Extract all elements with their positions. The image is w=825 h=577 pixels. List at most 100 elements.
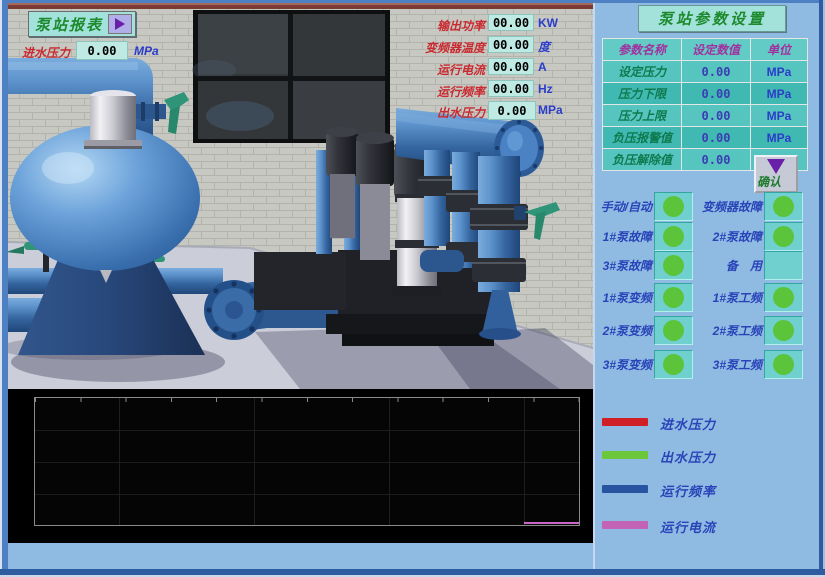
axis-ticks — [35, 398, 579, 402]
param-unit: MPa — [751, 127, 808, 149]
indicator-lamp-box — [764, 192, 803, 221]
indicator-row: 1#泵变频 1#泵工频 — [595, 283, 821, 311]
table-row: 压力下限 0.00 MPa — [603, 83, 808, 105]
inlet-pressure-value: 0.00 — [76, 41, 128, 60]
inlet-pressure-label: 进水压力 — [22, 44, 70, 61]
current-trace-line — [524, 522, 579, 524]
param-value[interactable]: 0.00 — [682, 127, 751, 149]
legend-color-bar — [602, 451, 648, 459]
indicator-label: 2#泵变频 — [596, 322, 652, 339]
indicator-lamp-box — [654, 316, 693, 345]
lamp-icon — [663, 226, 684, 247]
table-header-row: 参数名称 设定数值 单位 — [603, 39, 808, 61]
legend-item: 运行频率 — [595, 481, 821, 503]
indicator-lamp-box — [654, 251, 693, 280]
indicator-label: 1#泵工频 — [690, 289, 762, 306]
param-value[interactable]: 0.00 — [682, 61, 751, 83]
lamp-icon — [773, 287, 794, 308]
settings-panel: 泵站参数设置 参数名称 设定数值 单位 设定压力 0.00 MPa 压力下限 0… — [593, 3, 821, 569]
readout-label: 运行频率 — [409, 83, 485, 100]
param-name: 压力下限 — [603, 83, 682, 105]
window — [192, 10, 390, 143]
legend-label: 进水压力 — [660, 414, 716, 433]
param-name: 负压报警值 — [603, 127, 682, 149]
inlet-pressure-unit: MPa — [134, 44, 159, 58]
indicator-lamp-box — [654, 350, 693, 379]
param-value[interactable]: 0.00 — [682, 149, 751, 171]
indicator-lamp-box — [654, 222, 693, 251]
param-unit: MPa — [751, 83, 808, 105]
confirm-button[interactable]: 确认 — [754, 155, 798, 193]
readout-value: 00.00 — [488, 14, 534, 31]
readout-unit: MPa — [538, 103, 563, 117]
legend-label: 运行频率 — [660, 481, 716, 500]
readout-value: 00.00 — [488, 80, 534, 97]
legend-color-bar — [602, 418, 648, 426]
indicator-lamp-box — [764, 222, 803, 251]
indicator-lamp-box — [764, 350, 803, 379]
lamp-icon — [773, 320, 794, 341]
readout-value: 00.00 — [488, 58, 534, 75]
table-row: 压力上限 0.00 MPa — [603, 105, 808, 127]
readout-unit: Hz — [538, 82, 553, 96]
indicator-label: 3#泵变频 — [596, 356, 652, 373]
parameter-table: 参数名称 设定数值 单位 设定压力 0.00 MPa 压力下限 0.00 MPa… — [602, 38, 808, 171]
col-header-unit: 单位 — [751, 39, 808, 61]
window-frame-top — [0, 0, 825, 3]
trend-plot-area — [34, 397, 580, 526]
param-name: 压力上限 — [603, 105, 682, 127]
indicator-lamp-box — [654, 192, 693, 221]
col-header-value: 设定数值 — [682, 39, 751, 61]
pump-room-3d-view: 泵站报表 进水压力 0.00 MPa 输出功率 00.00 KW 变频器温度 0… — [8, 3, 593, 389]
window-frame-right — [819, 0, 825, 577]
legend-color-bar — [602, 485, 648, 493]
lamp-icon — [663, 255, 684, 276]
param-value[interactable]: 0.00 — [682, 83, 751, 105]
legend-item: 进水压力 — [595, 414, 821, 436]
down-triangle-icon — [767, 159, 785, 174]
trend-chart — [8, 389, 593, 543]
indicator-label: 2#泵故障 — [690, 228, 762, 245]
table-row: 设定压力 0.00 MPa — [603, 61, 808, 83]
legend-item: 运行电流 — [595, 517, 821, 539]
report-button-label: 泵站报表 — [35, 14, 103, 35]
indicator-lamp-box — [764, 316, 803, 345]
param-value[interactable]: 0.00 — [682, 105, 751, 127]
indicator-row: 2#泵变频 2#泵工频 — [595, 316, 821, 344]
confirm-button-label: 确认 — [757, 173, 781, 190]
pump-station-hmi: 泵站报表 进水压力 0.00 MPa 输出功率 00.00 KW 变频器温度 0… — [0, 0, 825, 577]
legend-label: 运行电流 — [660, 517, 716, 536]
play-arrow-icon — [115, 18, 125, 30]
legend-color-bar — [602, 521, 648, 529]
indicator-label: 手动/自动 — [596, 198, 652, 215]
param-unit: MPa — [751, 105, 808, 127]
readout-label: 运行电流 — [409, 61, 485, 78]
indicator-label: 3#泵工频 — [690, 356, 762, 373]
indicator-label: 变频器故障 — [690, 198, 762, 215]
param-unit: MPa — [751, 61, 808, 83]
readout-unit: KW — [538, 16, 558, 30]
lamp-icon — [773, 354, 794, 375]
report-button[interactable]: 泵站报表 — [28, 11, 136, 37]
indicator-label: 2#泵工频 — [690, 322, 762, 339]
indicator-row: 手动/自动 变频器故障 — [595, 192, 821, 220]
indicator-lamp-box — [764, 251, 803, 280]
report-arrow-button[interactable] — [108, 14, 132, 34]
table-row: 负压报警值 0.00 MPa — [603, 127, 808, 149]
window-frame-left — [0, 0, 8, 577]
param-name: 负压解除值 — [603, 149, 682, 171]
indicator-label: 1#泵变频 — [596, 289, 652, 306]
lamp-icon — [663, 320, 684, 341]
param-name: 设定压力 — [603, 61, 682, 83]
window-frame-bottom — [0, 569, 825, 577]
readout-value: 0.00 — [488, 101, 536, 120]
indicator-row: 3#泵变频 3#泵工频 — [595, 350, 821, 378]
indicator-label: 3#泵故障 — [596, 257, 652, 274]
legend-label: 出水压力 — [660, 447, 716, 466]
lamp-icon — [663, 287, 684, 308]
indicator-label: 备 用 — [690, 257, 762, 274]
panel-title: 泵站参数设置 — [638, 5, 786, 32]
readout-label: 输出功率 — [409, 17, 485, 34]
col-header-name: 参数名称 — [603, 39, 682, 61]
indicator-row: 3#泵故障 备 用 — [595, 251, 821, 279]
